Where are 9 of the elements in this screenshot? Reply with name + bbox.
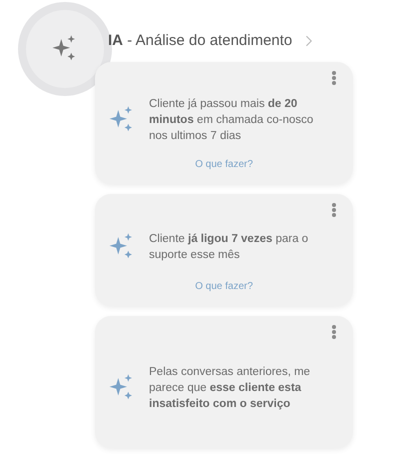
insight-text: Cliente já ligou 7 vezes para o suporte esse mês xyxy=(149,232,310,262)
more-options-icon[interactable] xyxy=(331,324,337,340)
insight-text: Pelas conversas anteriores, me parece que esse cliente esta insatisfeito com o serviço xyxy=(149,365,312,412)
what-to-do-link[interactable]: O que fazer? xyxy=(195,157,253,172)
header-title: IA - Análise do atendimento xyxy=(108,30,292,51)
more-options-icon[interactable] xyxy=(331,70,337,86)
more-options-icon[interactable] xyxy=(331,202,337,218)
insight-text: Cliente já passou mais de 20 minutos em chamada co-nosco nos ultimos 7 dias xyxy=(149,96,314,144)
what-to-do-link[interactable]: O que fazer? xyxy=(195,279,253,294)
